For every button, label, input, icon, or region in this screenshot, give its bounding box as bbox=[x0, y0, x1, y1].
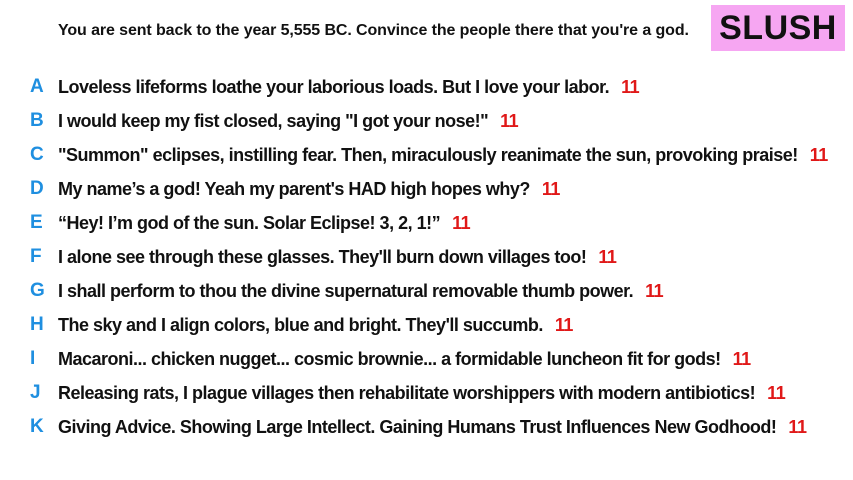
answer-text: My name’s a god! Yeah my parent's HAD hi… bbox=[58, 178, 530, 199]
answer-score: 11 bbox=[554, 314, 574, 335]
answer-text-line: “Hey! I’m god of the sun. Solar Eclipse!… bbox=[58, 212, 471, 234]
slush-badge: SLUSH bbox=[711, 5, 845, 51]
answer-score: 11 bbox=[452, 212, 471, 233]
answer-letter: B bbox=[30, 110, 44, 131]
answer-list: A Loveless lifeforms loathe your laborio… bbox=[0, 70, 853, 444]
answer-score: 11 bbox=[809, 144, 829, 165]
answer-letter: G bbox=[30, 280, 45, 301]
answer-row-k: K Giving Advice. Showing Large Intellect… bbox=[0, 410, 853, 444]
answer-letter: A bbox=[30, 76, 44, 97]
answer-text-line: I shall perform to thou the divine super… bbox=[58, 280, 664, 302]
answer-text-line: I would keep my fist closed, saying "I g… bbox=[58, 110, 519, 132]
answer-score: 11 bbox=[732, 348, 752, 369]
answer-text: I shall perform to thou the divine super… bbox=[58, 280, 634, 301]
answer-text: I alone see through these glasses. They'… bbox=[58, 246, 587, 267]
answer-letter: I bbox=[30, 348, 36, 369]
answer-text: Releasing rats, I plague villages then r… bbox=[58, 382, 756, 403]
answer-row-h: H The sky and I align colors, blue and b… bbox=[0, 308, 853, 342]
answer-row-d: D My name’s a god! Yeah my parent's HAD … bbox=[0, 172, 853, 206]
answer-row-c: C "Summon" eclipses, instilling fear. Th… bbox=[0, 138, 853, 172]
answer-row-f: F I alone see through these glasses. The… bbox=[0, 240, 853, 274]
answer-text: The sky and I align colors, blue and bri… bbox=[58, 314, 543, 335]
answer-text: Giving Advice. Showing Large Intellect. … bbox=[58, 416, 777, 437]
answer-score: 11 bbox=[788, 416, 807, 437]
answer-score: 11 bbox=[767, 382, 786, 403]
answer-row-a: A Loveless lifeforms loathe your laborio… bbox=[0, 70, 853, 104]
answer-text-line: Loveless lifeforms loathe your laborious… bbox=[58, 76, 640, 98]
answer-letter: F bbox=[30, 246, 42, 267]
answer-row-g: G I shall perform to thou the divine sup… bbox=[0, 274, 853, 308]
answer-score: 11 bbox=[541, 178, 561, 199]
answer-text-line: "Summon" eclipses, instilling fear. Then… bbox=[58, 145, 828, 166]
answer-text: I would keep my fist closed, saying "I g… bbox=[58, 110, 489, 131]
answer-text: “Hey! I’m god of the sun. Solar Eclipse!… bbox=[58, 212, 441, 233]
answer-score: 11 bbox=[500, 110, 519, 131]
answer-score: 11 bbox=[598, 246, 617, 267]
answer-text: Macaroni... chicken nugget... cosmic bro… bbox=[58, 348, 721, 369]
answer-letter: H bbox=[30, 314, 44, 335]
answer-row-e: E “Hey! I’m god of the sun. Solar Eclips… bbox=[0, 206, 853, 240]
answer-letter: C bbox=[30, 144, 44, 165]
answer-text-line: Macaroni... chicken nugget... cosmic bro… bbox=[58, 349, 751, 370]
answer-text-line: Releasing rats, I plague villages then r… bbox=[58, 382, 786, 404]
answer-row-j: J Releasing rats, I plague villages then… bbox=[0, 376, 853, 410]
answer-text-line: The sky and I align colors, blue and bri… bbox=[58, 315, 573, 336]
answer-text-line: I alone see through these glasses. They'… bbox=[58, 246, 617, 268]
answer-letter: D bbox=[30, 178, 44, 199]
answer-text-line: My name’s a god! Yeah my parent's HAD hi… bbox=[58, 179, 560, 200]
answer-row-b: B I would keep my fist closed, saying "I… bbox=[0, 104, 853, 138]
answer-score: 11 bbox=[621, 76, 640, 97]
answer-score: 11 bbox=[645, 280, 664, 301]
prompt-text: You are sent back to the year 5,555 BC. … bbox=[58, 22, 689, 39]
answer-row-i: I Macaroni... chicken nugget... cosmic b… bbox=[0, 342, 853, 376]
answer-letter: K bbox=[30, 416, 44, 437]
answer-text: Loveless lifeforms loathe your laborious… bbox=[58, 76, 610, 97]
answer-text: "Summon" eclipses, instilling fear. Then… bbox=[58, 144, 798, 165]
answer-text-line: Giving Advice. Showing Large Intellect. … bbox=[58, 416, 807, 438]
answer-letter: J bbox=[30, 382, 41, 403]
answer-letter: E bbox=[30, 212, 43, 233]
